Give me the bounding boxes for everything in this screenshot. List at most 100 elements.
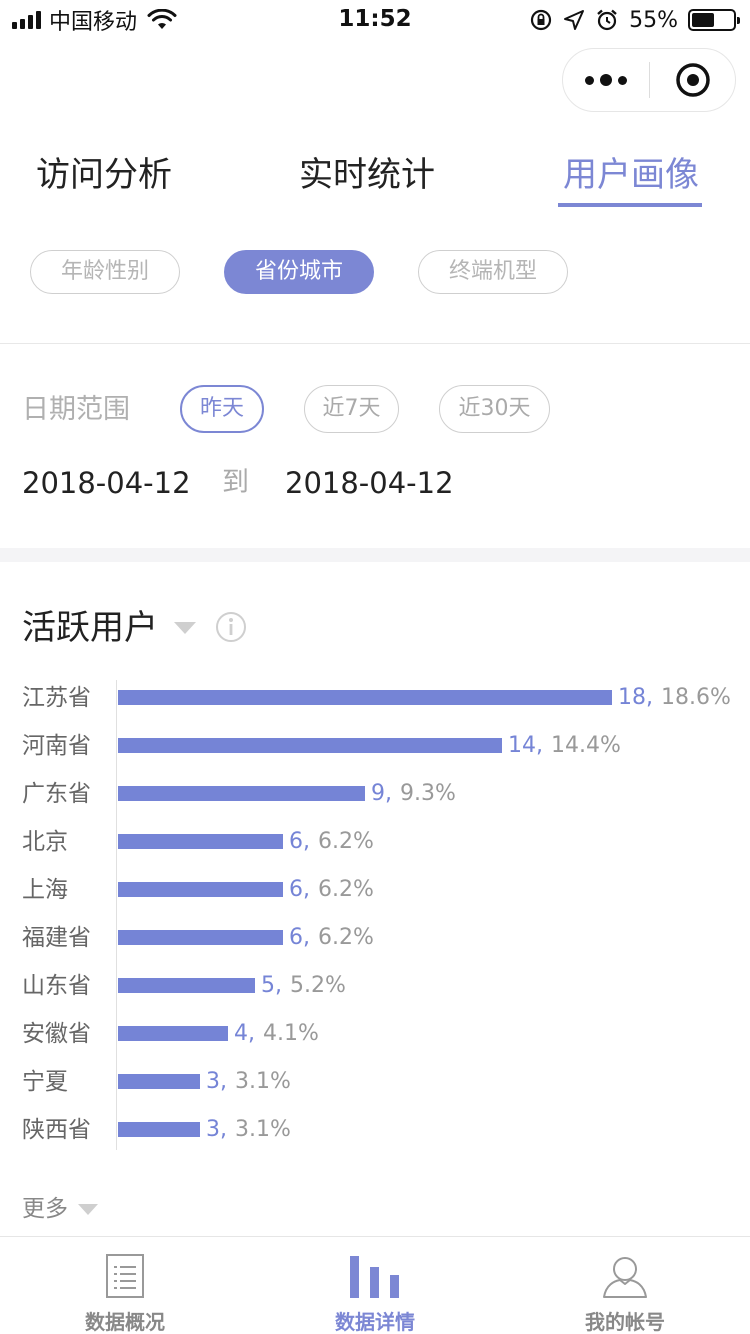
date-option-7days[interactable]: 近7天	[304, 385, 399, 433]
chart-count-label: 18,	[618, 685, 653, 710]
chart-category-label: 山东省	[22, 973, 91, 999]
chart-value-label: 14, 14.4%	[508, 728, 621, 764]
chart-row: 陕西省 3, 3.1%	[0, 1112, 750, 1148]
chart-bar	[118, 738, 502, 753]
chart-value-label: 6, 6.2%	[289, 872, 374, 908]
tab-visit-analysis[interactable]: 访问分析	[36, 150, 172, 210]
chart-row: 福建省 6, 6.2%	[0, 920, 750, 956]
chart-percent-label: 5.2%	[290, 973, 346, 998]
date-to-label: 到	[222, 467, 249, 498]
chart-percent-label: 4.1%	[263, 1021, 319, 1046]
chart-category-label: 陕西省	[22, 1117, 91, 1143]
chart-category-label: 宁夏	[22, 1069, 68, 1095]
bottom-nav: 数据概况 数据详情 我的帐号	[0, 1236, 750, 1334]
chart-bar	[118, 1026, 228, 1041]
subtab-age-gender[interactable]: 年龄性别	[30, 250, 180, 294]
chart-value-label: 3, 3.1%	[206, 1112, 291, 1148]
chart-percent-label: 6.2%	[318, 829, 374, 854]
active-tab-indicator	[558, 203, 702, 207]
bar-chart-icon	[350, 1256, 399, 1298]
chart-bar	[118, 834, 283, 849]
chart-value-label: 5, 5.2%	[261, 968, 346, 1004]
tab-realtime-stats[interactable]: 实时统计	[299, 150, 435, 210]
battery-fill	[692, 13, 714, 27]
document-list-icon	[106, 1254, 144, 1298]
nav-label: 数据概况	[85, 1310, 165, 1334]
close-miniprogram-button[interactable]	[650, 49, 735, 111]
date-range-label: 日期范围	[22, 394, 130, 425]
tab-user-profile[interactable]: 用户画像	[563, 150, 699, 210]
chart-count-label: 9,	[371, 781, 392, 806]
chart-bar	[118, 882, 283, 897]
chart-count-label: 3,	[206, 1069, 227, 1094]
chart-row: 宁夏 3, 3.1%	[0, 1064, 750, 1100]
section-title[interactable]: 活跃用户	[22, 606, 158, 650]
more-menu-button[interactable]	[563, 49, 649, 111]
target-close-icon	[675, 63, 710, 97]
chart-value-label: 4, 4.1%	[234, 1016, 319, 1052]
chart-category-label: 上海	[22, 877, 68, 903]
nav-data-details[interactable]: 数据详情	[250, 1237, 500, 1334]
date-option-yesterday[interactable]: 昨天	[180, 385, 264, 433]
nav-my-account[interactable]: 我的帐号	[500, 1237, 750, 1334]
subtab-device-model[interactable]: 终端机型	[418, 250, 568, 294]
chart-row: 山东省 5, 5.2%	[0, 968, 750, 1004]
status-right: 55%	[529, 6, 740, 34]
chart-bar	[118, 1122, 200, 1137]
chart-value-label: 3, 3.1%	[206, 1064, 291, 1100]
chart-category-label: 江苏省	[22, 685, 91, 711]
chart-value-label: 9, 9.3%	[371, 776, 456, 812]
chart-row: 广东省 9, 9.3%	[0, 776, 750, 812]
chart-percent-label: 9.3%	[400, 781, 456, 806]
chart-count-label: 5,	[261, 973, 282, 998]
chart-count-label: 14,	[508, 733, 543, 758]
chart-category-label: 广东省	[22, 781, 91, 807]
chart-bar	[118, 786, 365, 801]
user-icon	[603, 1257, 647, 1298]
location-icon	[564, 10, 585, 30]
chart-row: 上海 6, 6.2%	[0, 872, 750, 908]
chart-percent-label: 3.1%	[235, 1069, 291, 1094]
chart-value-label: 6, 6.2%	[289, 920, 374, 956]
chart-bar	[118, 978, 255, 993]
chart-count-label: 6,	[289, 925, 310, 950]
chart-count-label: 6,	[289, 877, 310, 902]
status-bar: 中国移动 11:52 55%	[0, 0, 750, 40]
chart-category-label: 安徽省	[22, 1021, 91, 1047]
info-icon[interactable]	[215, 611, 247, 643]
chart-count-label: 3,	[206, 1117, 227, 1142]
chart-percent-label: 3.1%	[235, 1117, 291, 1142]
chart-bar	[118, 930, 283, 945]
chart-value-label: 6, 6.2%	[289, 824, 374, 860]
chart-count-label: 4,	[234, 1021, 255, 1046]
chart-category-label: 北京	[22, 829, 68, 855]
chart-row: 北京 6, 6.2%	[0, 824, 750, 860]
subtab-province-city[interactable]: 省份城市	[224, 250, 374, 294]
nav-label: 我的帐号	[585, 1310, 665, 1334]
alarm-icon	[597, 9, 617, 31]
date-option-30days[interactable]: 近30天	[439, 385, 550, 433]
chart-category-label: 福建省	[22, 925, 91, 951]
chart-bar	[118, 1074, 200, 1089]
chart-bar	[118, 690, 612, 705]
end-date[interactable]: 2018-04-12	[285, 465, 454, 501]
chart-row: 河南省 14, 14.4%	[0, 728, 750, 764]
chart-value-label: 18, 18.6%	[618, 680, 731, 716]
orientation-lock-icon	[530, 9, 552, 31]
start-date[interactable]: 2018-04-12	[22, 465, 191, 501]
chart-percent-label: 14.4%	[551, 733, 621, 758]
chart-count-label: 6,	[289, 829, 310, 854]
dropdown-caret-icon[interactable]	[174, 622, 196, 634]
nav-label: 数据详情	[335, 1310, 415, 1334]
top-tabs: 访问分析 实时统计 用户画像	[0, 150, 750, 210]
chart-row: 安徽省 4, 4.1%	[0, 1016, 750, 1052]
battery-icon	[688, 9, 740, 31]
chart-row: 江苏省 18, 18.6%	[0, 680, 750, 716]
battery-percent: 55%	[629, 7, 678, 33]
chart-percent-label: 18.6%	[661, 685, 731, 710]
chevron-down-icon[interactable]	[78, 1204, 98, 1215]
chart-percent-label: 6.2%	[318, 925, 374, 950]
more-link[interactable]: 更多	[22, 1192, 68, 1226]
active-users-bar-chart: 江苏省 18, 18.6% 河南省 14, 14.4% 广东省 9, 9.3% 北京 6, 6.2% 上…	[0, 680, 750, 1160]
nav-data-overview[interactable]: 数据概况	[0, 1237, 250, 1334]
